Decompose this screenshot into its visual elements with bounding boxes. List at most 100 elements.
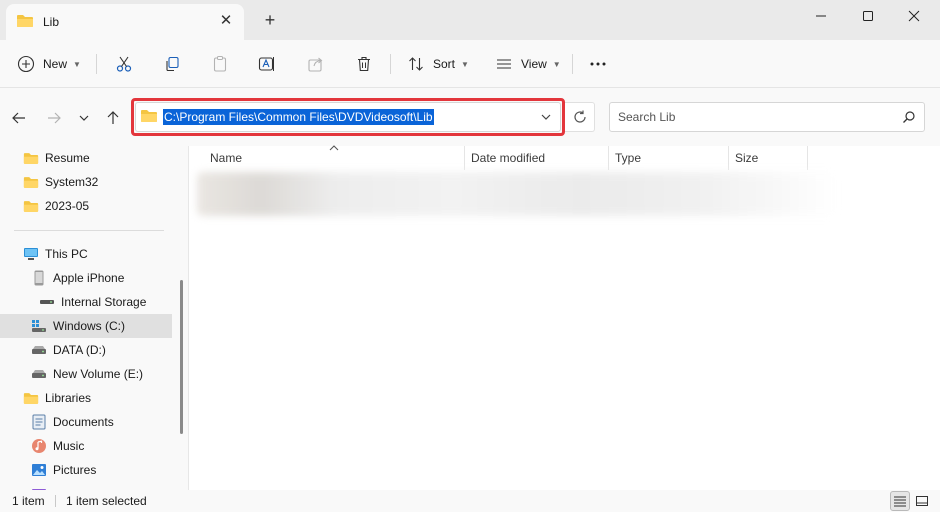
plus-circle-icon (16, 54, 36, 74)
phone-icon (31, 270, 47, 286)
details-view-icon (894, 496, 906, 507)
sidebar-item-internal-storage[interactable]: Internal Storage (0, 290, 172, 314)
maximize-icon (863, 11, 873, 21)
file-row-blurred[interactable] (197, 172, 837, 216)
column-header-name[interactable]: Name (210, 146, 242, 170)
sidebar-item-label: This PC (45, 247, 88, 261)
sidebar-item-label: DATA (D:) (53, 343, 106, 357)
refresh-button[interactable] (565, 102, 595, 132)
sidebar-item-resume[interactable]: Resume (0, 146, 172, 170)
divider (55, 495, 56, 507)
sidebar-scrollbar[interactable] (180, 280, 183, 434)
trash-icon (354, 54, 374, 74)
sidebar-item-system32[interactable]: System32 (0, 170, 172, 194)
sidebar-item-this-pc[interactable]: This PC (0, 242, 172, 266)
close-tab-icon[interactable]: ✕ (218, 13, 234, 29)
details-view-button[interactable] (890, 491, 910, 511)
search-icon[interactable] (902, 110, 916, 127)
title-bar: Lib ✕ + (0, 0, 940, 40)
close-icon (908, 10, 920, 22)
share-icon (306, 54, 326, 74)
sidebar-item-music[interactable]: Music (0, 434, 172, 458)
sidebar-item-apple-iphone[interactable]: Apple iPhone (0, 266, 172, 290)
tiles-view-button[interactable] (912, 491, 932, 511)
sidebar-item-videos-partial[interactable] (0, 482, 172, 490)
more-options-button[interactable] (588, 50, 608, 78)
rename-icon (257, 54, 277, 74)
selection-count: 1 item selected (66, 494, 147, 508)
arrow-up-icon (107, 111, 119, 124)
item-count: 1 item (12, 494, 45, 508)
sidebar-item-2023-05[interactable]: 2023-05 (0, 194, 172, 218)
chevron-down-icon: ▼ (461, 59, 469, 69)
sidebar-item-label: Music (53, 439, 85, 453)
arrow-left-icon (12, 112, 25, 124)
sidebar-item-label: New Volume (E:) (53, 367, 144, 381)
drive-icon (31, 342, 47, 358)
command-bar: New ▼ Sort ▼ View ▼ (0, 40, 940, 88)
arrow-right-icon (48, 112, 61, 124)
sidebar-item-label: Windows (C:) (53, 319, 126, 333)
minimize-button[interactable] (798, 0, 844, 32)
clipboard-icon (210, 54, 230, 74)
divider (14, 230, 164, 231)
sort-button[interactable]: Sort ▼ (406, 50, 469, 78)
share-button[interactable] (306, 50, 326, 78)
copy-button[interactable] (162, 50, 182, 78)
folder-icon (23, 150, 39, 166)
search-box[interactable] (609, 102, 925, 132)
maximize-button[interactable] (845, 0, 891, 32)
divider (96, 54, 97, 74)
close-window-button[interactable] (891, 0, 937, 32)
back-button[interactable] (9, 108, 29, 128)
sidebar-item-label: Apple iPhone (53, 271, 125, 285)
column-type-label: Type (615, 151, 642, 165)
delete-button[interactable] (354, 50, 374, 78)
sidebar-item-pictures[interactable]: Pictures (0, 458, 172, 482)
sidebar-item-documents[interactable]: Documents (0, 410, 172, 434)
sort-arrows-icon (406, 54, 426, 74)
sidebar-item-libraries[interactable]: Libraries (0, 386, 172, 410)
cut-button[interactable] (114, 50, 134, 78)
rename-button[interactable] (257, 50, 277, 78)
storage-icon (39, 294, 55, 310)
folder-icon (16, 14, 34, 31)
folder-icon (23, 390, 39, 406)
column-header-date-modified[interactable]: Date modified (471, 146, 545, 170)
column-header-size[interactable]: Size (735, 146, 758, 170)
file-list: Name Date modified Type Size (189, 144, 940, 490)
forward-button[interactable] (44, 108, 64, 128)
column-divider[interactable] (464, 146, 465, 170)
sidebar-item-label: Pictures (53, 463, 97, 477)
sidebar-item-new-volume-e[interactable]: New Volume (E:) (0, 362, 172, 386)
up-button[interactable] (103, 108, 123, 128)
view-button[interactable]: View ▼ (494, 50, 561, 78)
paste-button[interactable] (210, 50, 230, 78)
status-bar: 1 item 1 item selected (0, 490, 940, 512)
sidebar-item-data-d[interactable]: DATA (D:) (0, 338, 172, 362)
column-header-type[interactable]: Type (615, 146, 641, 170)
sidebar-item-label: 2023-05 (45, 199, 90, 213)
view-lines-icon (494, 54, 514, 74)
windows-drive-icon (31, 318, 47, 334)
search-input[interactable] (618, 110, 888, 124)
sidebar-item-label: Internal Storage (61, 295, 147, 309)
new-button[interactable]: New ▼ (16, 50, 81, 78)
drive-icon (31, 366, 47, 382)
refresh-icon (573, 110, 586, 123)
sidebar-item-windows-c[interactable]: Windows (C:) (0, 314, 172, 338)
column-divider[interactable] (728, 146, 729, 170)
pictures-icon (31, 462, 47, 478)
column-divider[interactable] (807, 146, 808, 170)
highlight-frame (131, 98, 565, 136)
column-divider[interactable] (608, 146, 609, 170)
new-tab-button[interactable]: + (260, 11, 280, 31)
sidebar-item-label: System32 (45, 175, 99, 189)
music-icon (31, 438, 47, 454)
view-label: View (521, 57, 547, 71)
tab-lib[interactable]: Lib ✕ (6, 4, 244, 40)
computer-icon (23, 246, 39, 262)
recent-locations-button[interactable] (74, 108, 94, 128)
tiles-view-icon (916, 496, 928, 506)
sort-ascending-icon (329, 144, 339, 154)
